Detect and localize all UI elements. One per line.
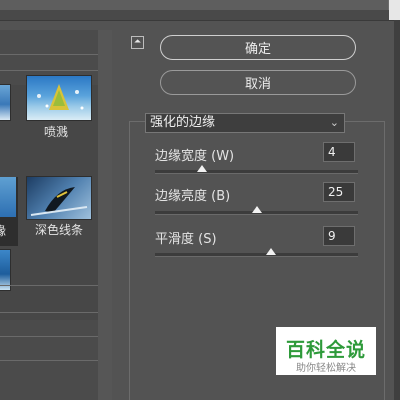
filter-select-value: 强化的边缘 [150, 115, 216, 130]
edge-width-slider[interactable] [155, 165, 358, 174]
dark-strokes-thumbnail-icon [30, 187, 88, 216]
cancel-button[interactable]: 取消 [160, 70, 356, 95]
collapse-up-icon[interactable]: ⏶ [131, 36, 144, 49]
filter-label-accented[interactable]: 缘 [0, 222, 6, 239]
slider-thumb[interactable] [251, 206, 262, 213]
filter-label-sprayed[interactable]: 喷溅 [44, 123, 68, 140]
filter-thumbnail-dark-strokes[interactable] [27, 177, 91, 219]
smoothness-label: 平滑度 (S) [155, 232, 217, 247]
filter-thumbnail-partial[interactable] [0, 250, 10, 290]
divider [0, 360, 98, 361]
slider-thumb[interactable] [265, 248, 276, 255]
divider [0, 54, 98, 55]
filter-thumbnail-partial[interactable] [0, 85, 10, 120]
smoothness-slider[interactable] [155, 248, 358, 257]
title-bar-edge [389, 0, 400, 20]
title-bar [0, 0, 400, 21]
title-bar-strip [0, 0, 389, 10]
divider [0, 285, 98, 286]
divider [0, 336, 98, 337]
filter-select[interactable]: 强化的边缘 ⌄ [145, 113, 345, 133]
watermark-brand: 百科全说 [285, 339, 366, 361]
sprayed-strokes-thumbnail-icon [37, 84, 84, 110]
gallery-scrollbar[interactable] [98, 30, 112, 400]
edge-brightness-slider[interactable] [155, 206, 358, 215]
watermark-logo: 百科全说 助你轻松解决 [276, 327, 376, 375]
edge-brightness-label: 边缘亮度 (B) [155, 189, 231, 204]
slider-thumb[interactable] [196, 165, 207, 172]
edge-width-input[interactable]: 4 [323, 142, 355, 162]
filter-label-dark-strokes[interactable]: 深色线条 [35, 221, 83, 238]
window-edge [394, 20, 400, 400]
divider [0, 70, 98, 71]
edge-brightness-input[interactable]: 25 [323, 182, 355, 202]
filter-browser: 喷溅 缘 深色线条 [0, 30, 112, 400]
filter-thumbnail-selected[interactable]: 缘 [0, 177, 18, 246]
accented-edges-thumbnail-icon [0, 177, 16, 217]
divider [0, 312, 98, 313]
ok-button[interactable]: 确定 [160, 35, 356, 60]
edge-width-label: 边缘宽度 (W) [155, 149, 235, 164]
watermark-tagline: 助你轻松解决 [296, 363, 356, 374]
chevron-down-icon: ⌄ [329, 116, 339, 129]
smoothness-input[interactable]: 9 [323, 226, 355, 246]
filter-thumbnail-sprayed[interactable] [27, 76, 91, 120]
